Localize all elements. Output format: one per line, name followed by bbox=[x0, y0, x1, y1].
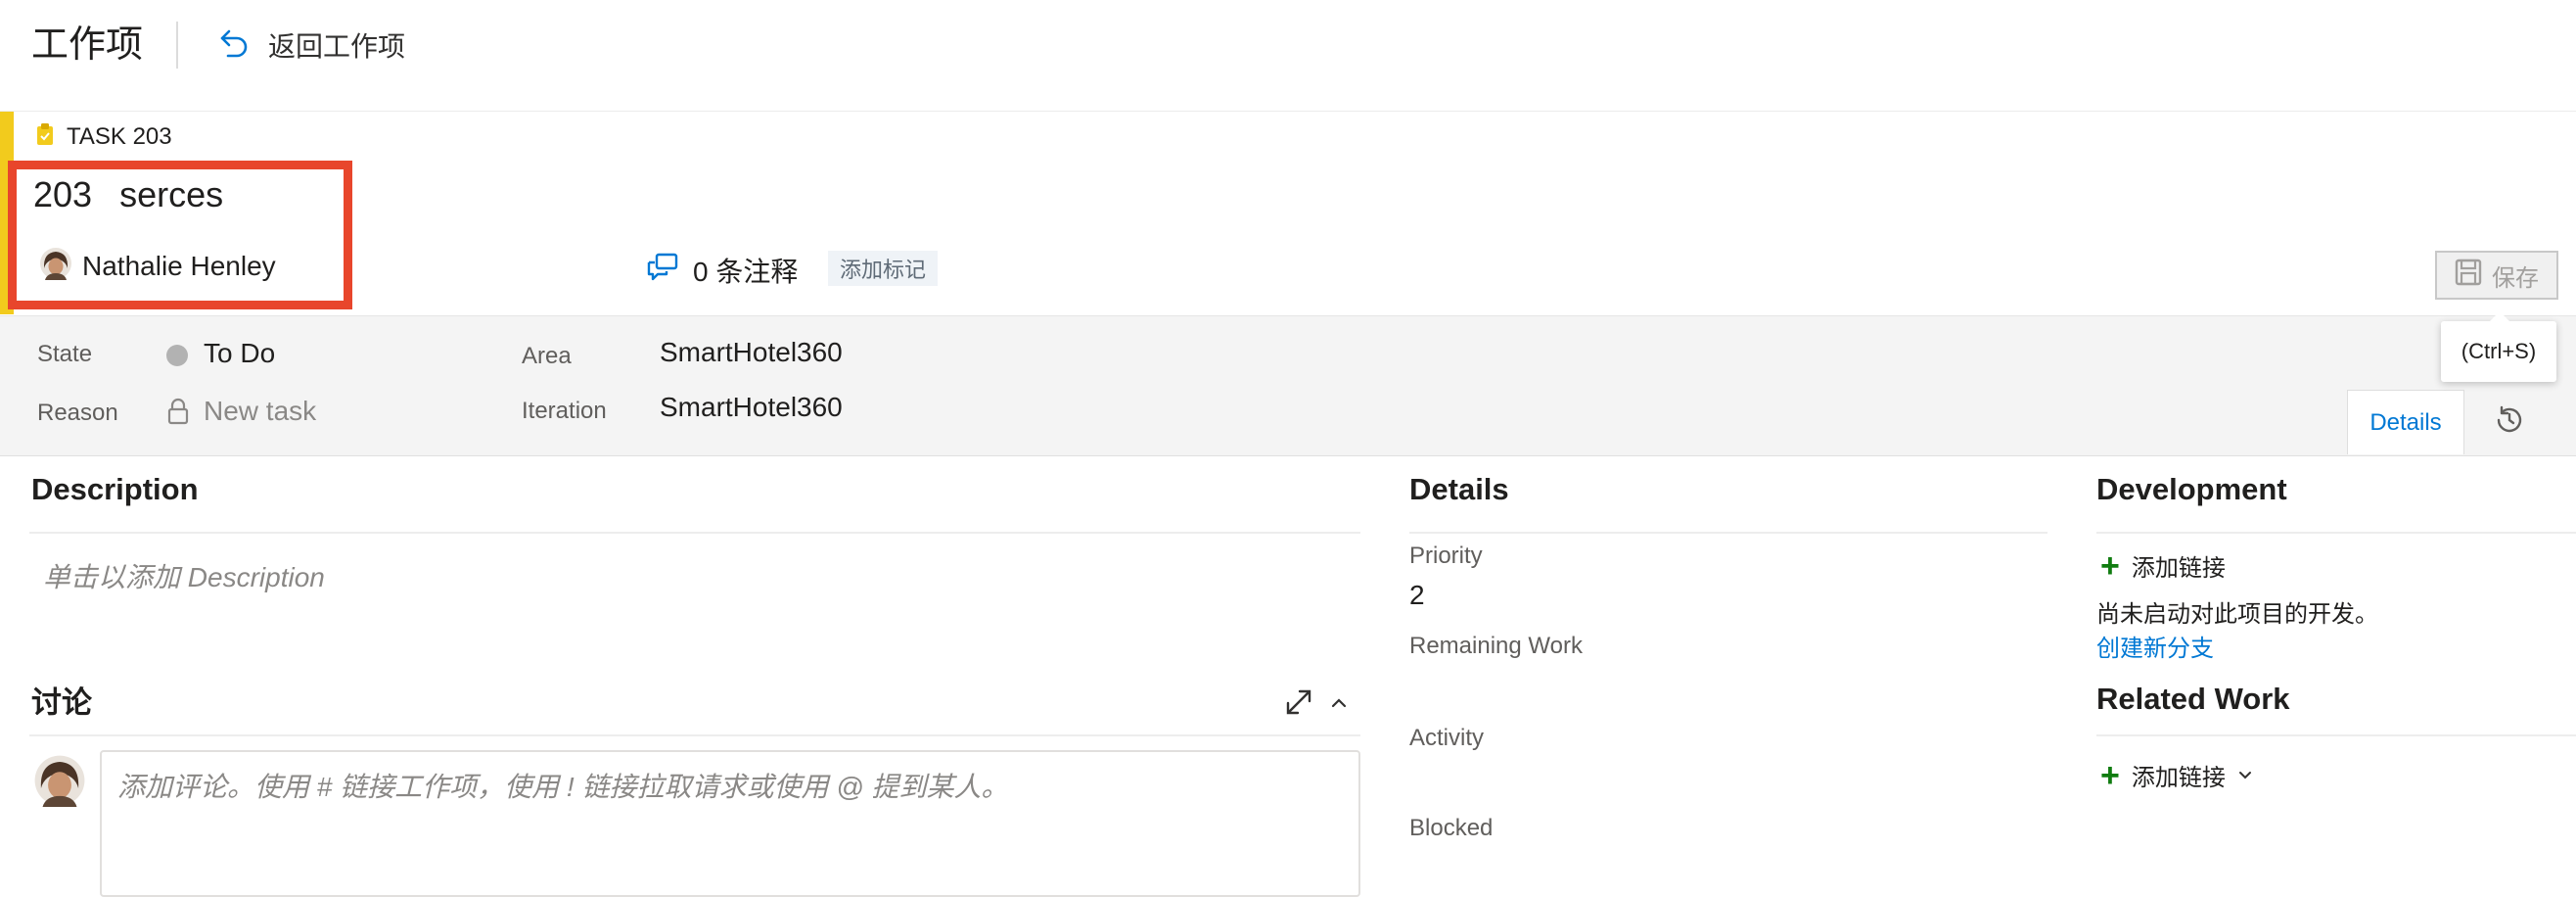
reason-label: Reason bbox=[37, 400, 118, 426]
back-link-label: 返回工作项 bbox=[268, 31, 406, 62]
plus-icon: + bbox=[2100, 546, 2120, 585]
fields-band bbox=[0, 315, 2576, 456]
comments-count-label: 0 条注释 bbox=[693, 257, 799, 287]
iteration-label: Iteration bbox=[522, 398, 607, 424]
save-button-label: 保存 bbox=[2492, 264, 2539, 292]
iteration-field[interactable]: SmartHotel360 bbox=[660, 392, 843, 423]
comment-input[interactable]: 添加评论。使用 # 链接工作项，使用 ! 链接拉取请求或使用 @ 提到某人。 bbox=[100, 750, 1360, 897]
related-work-divider bbox=[2096, 734, 2576, 736]
area-field[interactable]: SmartHotel360 bbox=[660, 337, 843, 368]
avatar bbox=[33, 754, 86, 812]
page-title: 工作项 bbox=[31, 24, 144, 66]
details-divider bbox=[1409, 532, 2047, 534]
state-status-dot bbox=[166, 345, 188, 366]
remaining-work-field[interactable] bbox=[1409, 670, 2016, 705]
priority-label: Priority bbox=[1409, 543, 1483, 569]
activity-field[interactable] bbox=[1409, 762, 2016, 797]
discussion-divider bbox=[29, 734, 1360, 736]
related-work-add-link-label: 添加链接 bbox=[2131, 765, 2226, 791]
create-branch-link[interactable]: 创建新分支 bbox=[2096, 629, 2214, 663]
work-item-type: TASK 203 bbox=[35, 121, 172, 153]
comment-bubbles-icon bbox=[646, 253, 679, 289]
plus-icon: + bbox=[2100, 756, 2120, 794]
details-title: Details bbox=[1409, 472, 1509, 506]
save-button[interactable]: 保存 bbox=[2435, 251, 2558, 300]
state-label: State bbox=[37, 341, 93, 367]
description-editor[interactable]: 单击以添加 Description bbox=[43, 556, 325, 595]
lock-icon bbox=[166, 398, 190, 430]
floppy-disk-icon bbox=[2455, 259, 2482, 293]
remaining-work-label: Remaining Work bbox=[1409, 633, 1583, 659]
development-add-link-label: 添加链接 bbox=[2131, 555, 2226, 582]
work-item-type-label: TASK 203 bbox=[67, 123, 172, 150]
back-arrow-icon bbox=[217, 25, 251, 66]
highlight-box bbox=[8, 161, 352, 309]
discussion-title: 讨论 bbox=[31, 685, 92, 720]
chevron-down-icon bbox=[2237, 762, 2253, 789]
related-work-title: Related Work bbox=[2096, 682, 2290, 716]
comments-count-link[interactable]: 0 条注释 bbox=[646, 251, 798, 290]
back-to-work-items-link[interactable]: 返回工作项 bbox=[217, 22, 405, 69]
work-item-header bbox=[0, 112, 2576, 315]
description-divider bbox=[29, 532, 1360, 534]
reason-field: New task bbox=[204, 396, 317, 426]
collapse-chevron-icon[interactable] bbox=[1329, 693, 1349, 718]
related-work-add-link-button[interactable]: + 添加链接 bbox=[2100, 758, 2253, 792]
state-dropdown[interactable]: To Do bbox=[204, 338, 275, 369]
history-icon bbox=[2494, 404, 2525, 441]
development-divider bbox=[2096, 532, 2576, 534]
blocked-label: Blocked bbox=[1409, 815, 1494, 841]
development-status-text: 尚未启动对此项目的开发。 bbox=[2096, 601, 2378, 628]
tab-history[interactable] bbox=[2464, 390, 2554, 454]
development-title: Development bbox=[2096, 472, 2287, 506]
comment-placeholder: 添加评论。使用 # 链接工作项，使用 ! 链接拉取请求或使用 @ 提到某人。 bbox=[117, 772, 1009, 802]
task-clipboard-icon bbox=[35, 122, 55, 153]
blocked-field[interactable] bbox=[1409, 848, 2016, 877]
activity-label: Activity bbox=[1409, 725, 1485, 751]
add-tag-button[interactable]: 添加标记 bbox=[828, 251, 939, 286]
development-add-link-button[interactable]: + 添加链接 bbox=[2100, 548, 2226, 583]
save-shortcut-tooltip: (Ctrl+S) bbox=[2441, 311, 2556, 382]
area-label: Area bbox=[522, 343, 572, 369]
expand-icon[interactable] bbox=[1284, 687, 1313, 722]
description-title: Description bbox=[31, 472, 199, 506]
header-divider bbox=[176, 22, 178, 69]
tab-details[interactable]: Details bbox=[2347, 390, 2464, 454]
priority-field[interactable]: 2 bbox=[1409, 580, 1425, 611]
